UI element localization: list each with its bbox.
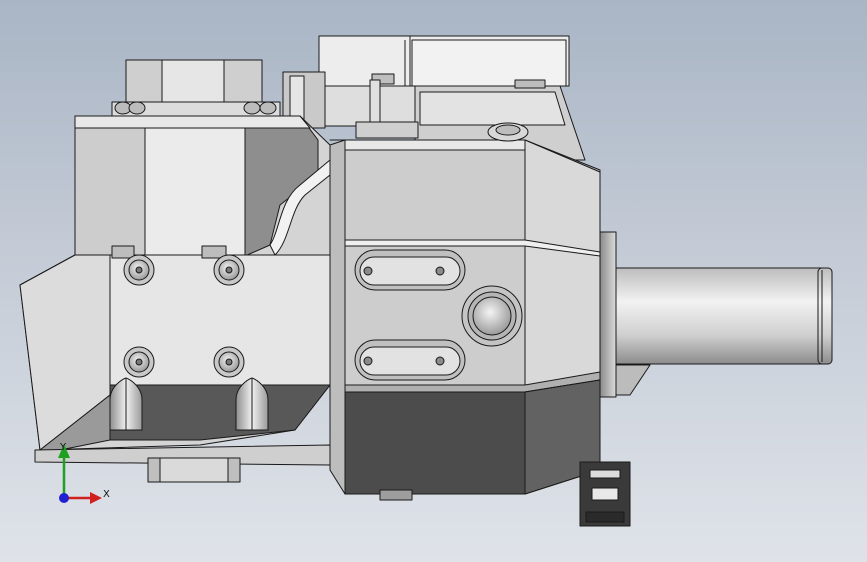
x-axis-arrow — [90, 492, 102, 504]
connector-clip — [579, 461, 631, 527]
left-housing — [19, 115, 331, 483]
cad-viewport[interactable]: Y X — [0, 0, 867, 562]
x-axis-label: X — [103, 489, 110, 500]
y-axis-label: Y — [59, 442, 67, 453]
z-axis-dot — [59, 493, 69, 503]
hex-nut-top — [111, 59, 281, 117]
output-shaft — [599, 231, 833, 398]
round-port — [461, 285, 523, 347]
pump-assembly-model[interactable]: Y X — [0, 0, 867, 562]
